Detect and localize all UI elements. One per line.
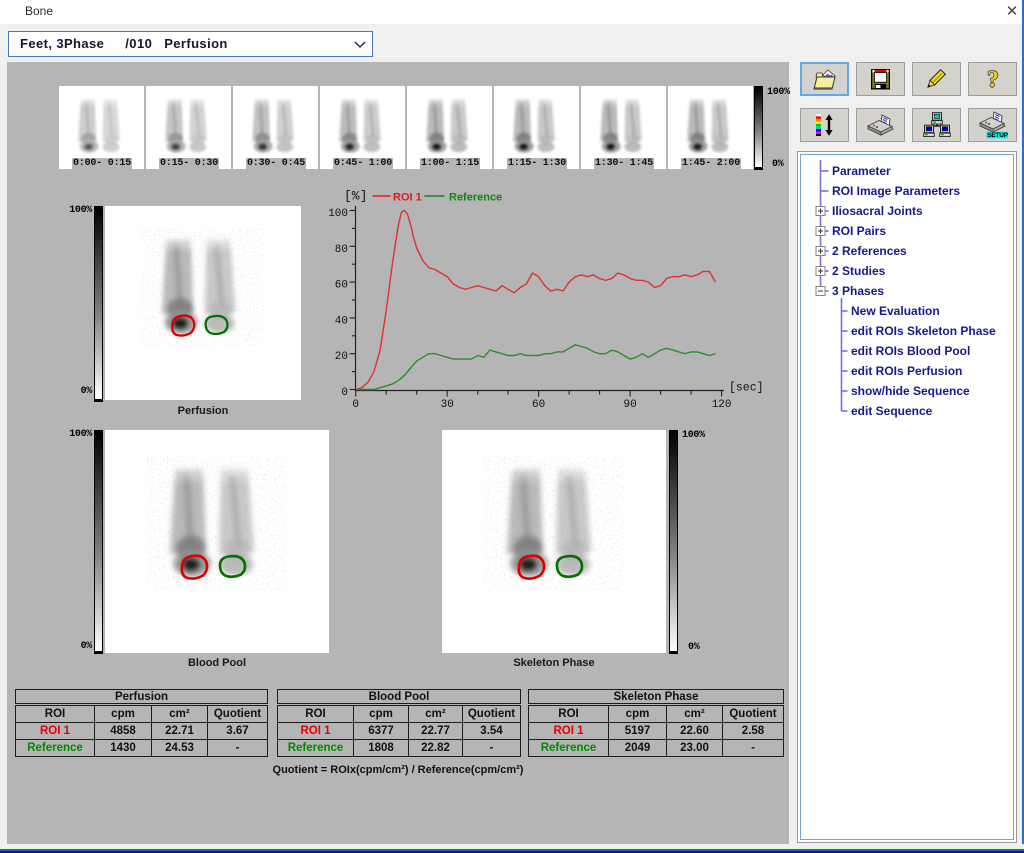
svg-text:20: 20 <box>335 351 348 363</box>
svg-text:0: 0 <box>341 387 348 399</box>
svg-text:Reference: Reference <box>449 192 502 204</box>
svg-text:100: 100 <box>328 208 348 220</box>
svg-text:SETUP: SETUP <box>987 132 1008 139</box>
svg-text:60: 60 <box>532 399 545 411</box>
svg-text:90: 90 <box>623 399 636 411</box>
svg-text:[%]: [%] <box>344 189 367 204</box>
svg-text:ROI 1: ROI 1 <box>393 192 422 204</box>
svg-text:60: 60 <box>335 280 348 292</box>
svg-text:40: 40 <box>335 315 348 327</box>
svg-text:120: 120 <box>712 399 732 411</box>
svg-text:30: 30 <box>441 399 454 411</box>
svg-text:[sec]: [sec] <box>729 382 764 395</box>
svg-text:0: 0 <box>352 399 359 411</box>
svg-text:80: 80 <box>335 244 348 256</box>
svg-text:?: ? <box>987 67 999 91</box>
